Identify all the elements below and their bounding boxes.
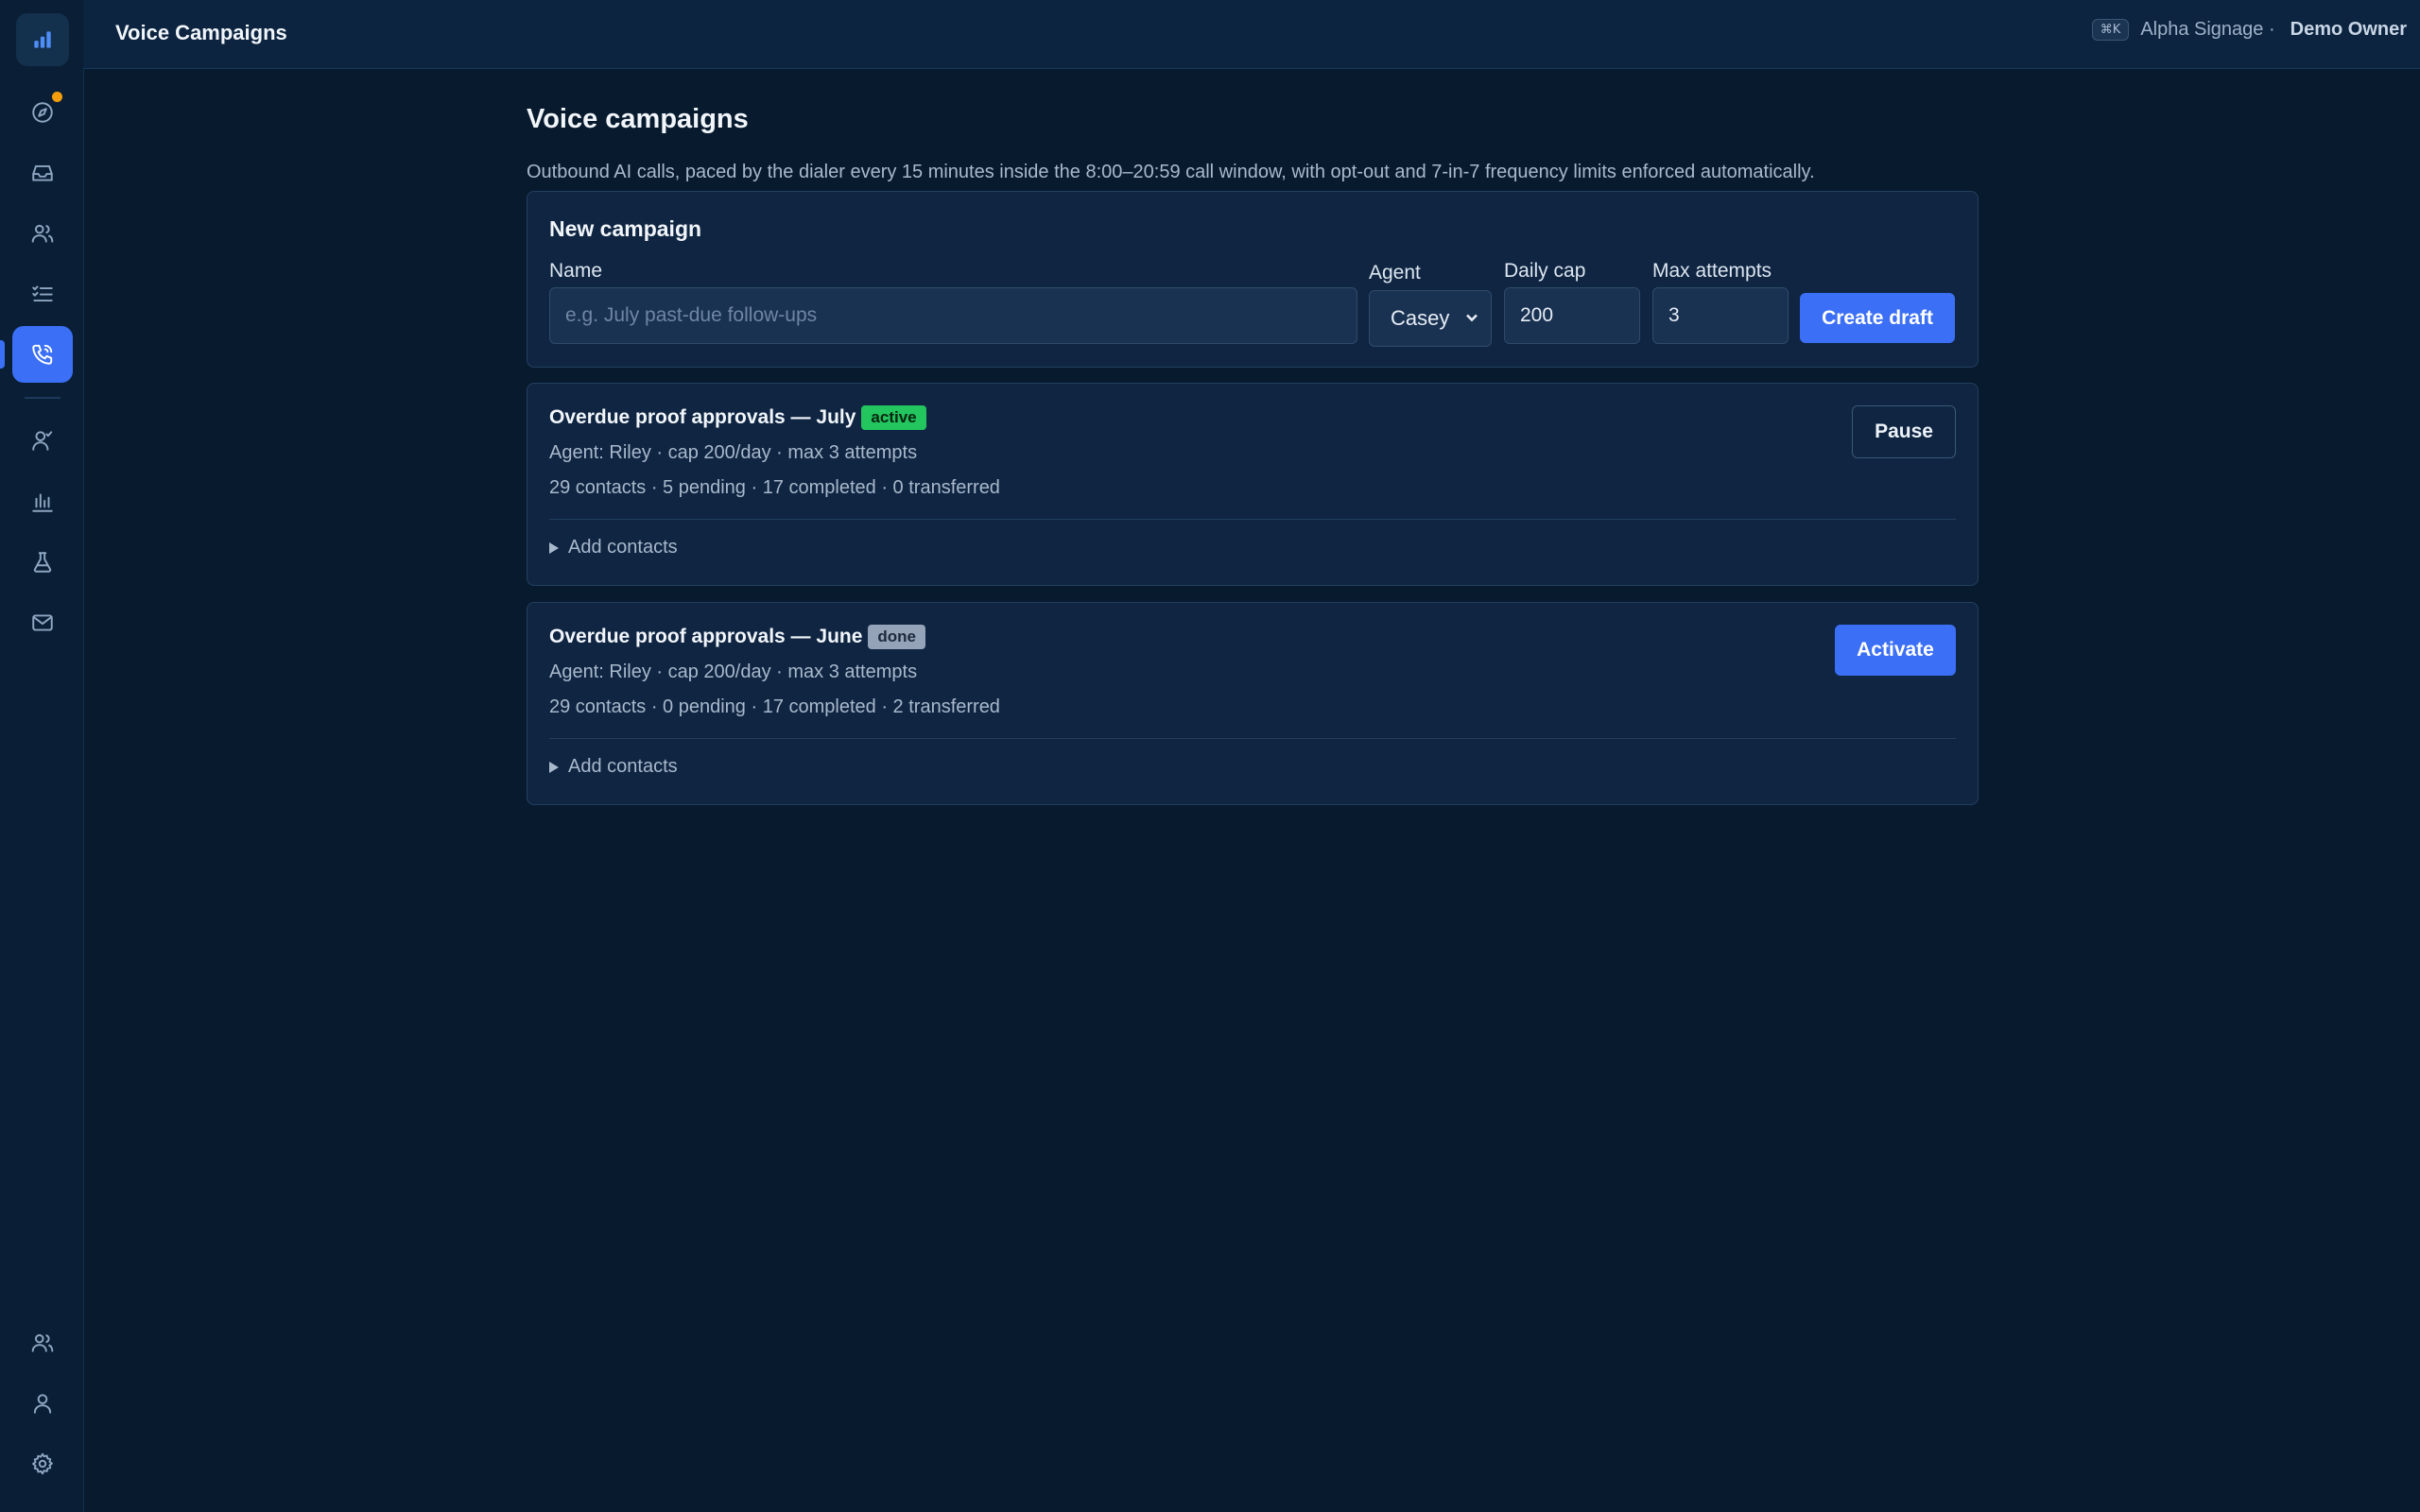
campaign-title-row: Overdue proof approvals — July active — [549, 405, 926, 430]
sidebar-item-voice-campaigns[interactable] — [12, 326, 73, 383]
campaign-name: Overdue proof approvals — June — [549, 626, 863, 647]
campaign-card: Overdue proof approvals — July active Ag… — [527, 383, 1979, 586]
campaign-name: Overdue proof approvals — July — [549, 406, 856, 428]
org-name[interactable]: Alpha Signage · — [2140, 19, 2274, 41]
name-label: Name — [549, 260, 603, 282]
sidebar-item-experiments[interactable] — [12, 534, 73, 591]
campaign-config: Agent: Riley · cap 200/day · max 3 attem… — [549, 662, 918, 682]
phone-call-icon — [32, 344, 53, 365]
agent-label: Agent — [1369, 262, 1421, 284]
checklist-icon — [32, 285, 53, 302]
users-icon — [31, 224, 54, 243]
max-attempts-label: Max attempts — [1652, 260, 1772, 282]
sidebar-item-profile[interactable] — [12, 1375, 73, 1432]
status-badge: done — [868, 625, 926, 649]
disclosure-triangle-icon — [549, 761, 559, 773]
daily-cap-input[interactable] — [1504, 287, 1640, 344]
sidebar-item-explore[interactable] — [12, 84, 73, 141]
user-check-icon — [32, 431, 53, 451]
sidebar-item-analytics[interactable] — [12, 473, 73, 530]
campaign-name-input[interactable] — [549, 287, 1357, 344]
notification-dot — [52, 92, 62, 102]
status-badge: active — [861, 405, 926, 430]
new-campaign-card: New campaign Name Agent Casey Daily cap … — [527, 191, 1979, 368]
sidebar-item-contacts[interactable] — [12, 205, 73, 262]
add-contacts-label: Add contacts — [568, 537, 678, 558]
card-divider — [549, 738, 1956, 739]
disclosure-triangle-icon — [549, 541, 559, 554]
add-contacts-toggle[interactable]: Add contacts — [549, 537, 678, 558]
agent-select-value: Casey — [1391, 306, 1450, 330]
create-draft-button[interactable]: Create draft — [1800, 293, 1955, 343]
active-indicator — [0, 340, 5, 369]
sidebar-item-settings[interactable] — [12, 1435, 73, 1492]
page-description: Outbound AI calls, paced by the dialer e… — [527, 162, 1815, 182]
new-campaign-heading: New campaign — [549, 216, 702, 241]
command-palette-shortcut[interactable]: ⌘K — [2091, 19, 2130, 41]
daily-cap-label: Daily cap — [1504, 260, 1586, 282]
campaign-card: Overdue proof approvals — June done Agen… — [527, 602, 1979, 805]
user-icon — [33, 1394, 52, 1414]
compass-icon — [32, 102, 53, 123]
bar-chart-icon — [32, 493, 53, 512]
campaign-stats: 29 contacts · 0 pending · 17 completed ·… — [549, 696, 1000, 717]
page-title: Voice campaigns — [527, 104, 749, 134]
add-contacts-toggle[interactable]: Add contacts — [549, 756, 678, 778]
topbar: Voice Campaigns ⌘K Alpha Signage · Demo … — [83, 0, 2420, 69]
campaign-title-row: Overdue proof approvals — June done — [549, 625, 926, 649]
campaign-stats: 29 contacts · 5 pending · 17 completed ·… — [549, 477, 1000, 498]
add-contacts-label: Add contacts — [568, 756, 678, 777]
sidebar-divider — [25, 397, 60, 399]
gear-icon — [32, 1452, 53, 1475]
sidebar-item-inbox[interactable] — [12, 145, 73, 201]
sidebar-item-team[interactable] — [12, 1314, 73, 1371]
sidebar-item-agents[interactable] — [12, 412, 73, 469]
bar-chart-logo-icon — [34, 31, 51, 48]
user-name[interactable]: Demo Owner — [2290, 19, 2407, 41]
card-divider — [549, 519, 1956, 520]
team-icon — [31, 1333, 54, 1352]
page-header-title: Voice Campaigns — [115, 21, 287, 44]
topbar-right: ⌘K Alpha Signage · Demo Owner — [2091, 19, 2407, 41]
sidebar-item-tasks[interactable] — [12, 266, 73, 322]
activate-button[interactable]: Activate — [1835, 625, 1956, 676]
app-logo[interactable] — [16, 13, 69, 66]
inbox-icon — [32, 164, 53, 181]
mail-icon — [32, 614, 53, 631]
max-attempts-input[interactable] — [1652, 287, 1789, 344]
campaign-config: Agent: Riley · cap 200/day · max 3 attem… — [549, 442, 918, 463]
chevron-down-icon — [1462, 308, 1481, 327]
sidebar-item-email[interactable] — [12, 594, 73, 651]
agent-select[interactable]: Casey — [1369, 290, 1492, 347]
flask-icon — [33, 552, 52, 573]
pause-button[interactable]: Pause — [1852, 405, 1956, 458]
sidebar — [0, 0, 84, 1512]
